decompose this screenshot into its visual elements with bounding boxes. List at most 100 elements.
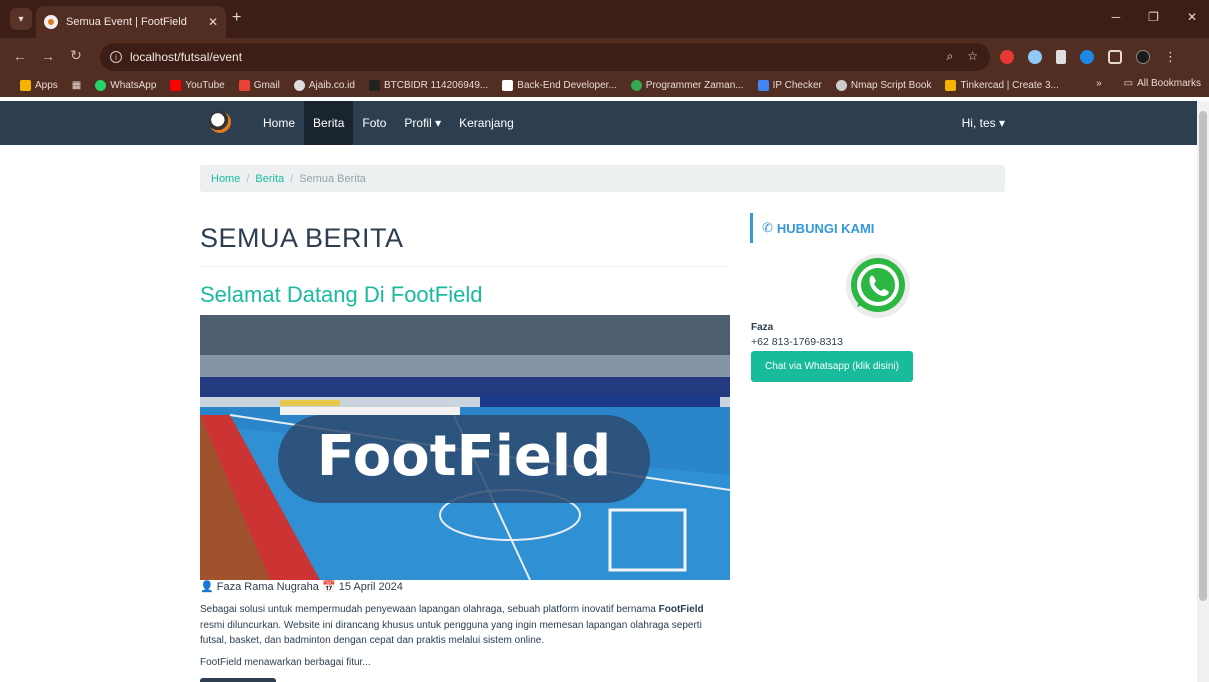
- contact-heading: ✆ HUBUNGI KAMI: [750, 213, 874, 243]
- scrollbar[interactable]: [1197, 101, 1209, 682]
- read-more-button[interactable]: [200, 678, 276, 682]
- bookmark-item[interactable]: WhatsApp: [95, 79, 157, 91]
- favicon-icon: [44, 15, 58, 29]
- bookmark-label: Gmail: [253, 79, 280, 91]
- article-image[interactable]: FootField: [200, 315, 730, 580]
- bookmark-icon: [835, 79, 847, 91]
- bookmark-item[interactable]: Apps: [20, 79, 58, 91]
- reload-icon[interactable]: ↻: [62, 47, 90, 64]
- nav-profil[interactable]: Profil ▾: [395, 101, 450, 145]
- bookmarks-bar: Apps ▦ WhatsApp YouTube Gmail Ajaib.co.i…: [0, 73, 1209, 97]
- folder-icon: ▭: [1123, 78, 1134, 89]
- new-tab-button[interactable]: +: [232, 9, 241, 27]
- bookmark-item[interactable]: Programmer Zaman...: [630, 79, 744, 91]
- site-info-icon[interactable]: i: [110, 51, 122, 63]
- tab-title: Semua Event | FootField: [66, 16, 187, 28]
- bookmark-icon: [293, 79, 305, 91]
- nav-berita[interactable]: Berita: [304, 101, 354, 145]
- breadcrumb-home[interactable]: Home: [211, 173, 240, 185]
- site-navbar: Home Berita Foto Profil ▾ Keranjang Hi, …: [0, 101, 1197, 145]
- excerpt-text: Sebagai solusi untuk mempermudah penyewa…: [200, 604, 659, 615]
- nav-keranjang[interactable]: Keranjang: [450, 101, 523, 145]
- bookmark-item[interactable]: Gmail: [238, 79, 280, 91]
- phone-icon: ✆: [762, 220, 773, 235]
- bookmark-item[interactable]: Tinkercad | Create 3...: [945, 79, 1059, 91]
- bookmark-label: IP Checker: [772, 79, 822, 91]
- publish-date: 15 April 2024: [338, 581, 403, 593]
- browser-tab-strip: ▾ Semua Event | FootField ✕ + ─ ❐ ✕: [0, 0, 1209, 38]
- chat-whatsapp-button[interactable]: Chat via Whatsapp (klik disini): [751, 351, 913, 382]
- bookmark-icon: [630, 79, 642, 91]
- breadcrumb-berita[interactable]: Berita: [255, 173, 284, 185]
- excerpt-brand: FootField: [658, 604, 704, 615]
- bookmark-label: Apps: [35, 79, 58, 91]
- close-tab-icon[interactable]: ✕: [208, 15, 218, 29]
- futsal-arena-image: FootField: [200, 315, 730, 580]
- excerpt-text-rest: resmi diluncurkan. Website ini dirancang…: [200, 619, 702, 647]
- bookmark-icon: [945, 79, 957, 91]
- nav-home[interactable]: Home: [254, 101, 304, 145]
- article-title[interactable]: Selamat Datang Di FootField: [200, 282, 482, 308]
- extensions: ⋮: [1000, 49, 1177, 65]
- hero-overlay-text: FootField: [317, 424, 611, 489]
- tab-search-button[interactable]: ▾: [10, 8, 32, 30]
- nav-foto[interactable]: Foto: [353, 101, 395, 145]
- bookmark-label: Nmap Script Book: [850, 79, 932, 91]
- user-menu[interactable]: Hi, tes ▾: [962, 116, 1005, 130]
- bookmark-item[interactable]: YouTube: [170, 79, 225, 91]
- breadcrumb-current: Semua Berita: [299, 172, 366, 185]
- bookmark-icon: [502, 79, 514, 91]
- scrollbar-thumb[interactable]: [1199, 111, 1207, 601]
- bookmark-item[interactable]: IP Checker: [757, 79, 822, 91]
- page-title: SEMUA BERITA: [200, 223, 404, 253]
- contact-phone: +62 813-1769-8313: [751, 336, 843, 348]
- close-window-icon[interactable]: ✕: [1187, 10, 1197, 24]
- url-text: localhost/futsal/event: [130, 50, 243, 64]
- bookmark-label: WhatsApp: [110, 79, 157, 91]
- minimize-icon[interactable]: ─: [1112, 10, 1121, 24]
- profile-avatar[interactable]: [1136, 50, 1150, 64]
- article-excerpt-more: FootField menawarkan berbagai fitur...: [200, 657, 371, 668]
- all-bookmarks-label: All Bookmarks: [1137, 78, 1201, 89]
- author-name: Faza Rama Nugraha: [216, 581, 319, 593]
- nav-menu: Home Berita Foto Profil ▾ Keranjang: [254, 101, 523, 145]
- back-icon[interactable]: ←: [6, 48, 34, 64]
- contact-name: Faza: [751, 322, 774, 333]
- window-controls: ─ ❐ ✕: [1112, 10, 1197, 24]
- bookmark-icon: [757, 79, 769, 91]
- logo-icon[interactable]: [209, 111, 231, 133]
- breadcrumb-separator: /: [246, 172, 250, 185]
- extensions-puzzle-icon[interactable]: [1108, 50, 1122, 64]
- address-bar[interactable]: i localhost/futsal/event ⌕ ☆: [100, 43, 990, 71]
- forward-icon[interactable]: →: [34, 48, 62, 64]
- bookmark-label: Ajaib.co.id: [308, 79, 355, 91]
- whatsapp-icon[interactable]: [843, 251, 913, 326]
- user-icon: 👤: [200, 581, 214, 593]
- extension-icon[interactable]: [1000, 50, 1014, 64]
- bookmark-item[interactable]: Back-End Developer...: [502, 79, 617, 91]
- bookmark-item[interactable]: BTCBIDR 114206949...: [368, 79, 489, 91]
- all-bookmarks[interactable]: ▭ All Bookmarks: [1124, 78, 1201, 89]
- bookmark-star-icon[interactable]: ☆: [967, 49, 978, 64]
- bookmark-label: YouTube: [185, 79, 225, 91]
- zoom-icon[interactable]: ⌕: [947, 49, 954, 64]
- bookmark-label: BTCBIDR 114206949...: [383, 79, 489, 91]
- bookmark-icon: [170, 79, 182, 91]
- bookmark-item[interactable]: Nmap Script Book: [835, 79, 932, 91]
- menu-kebab-icon[interactable]: ⋮: [1164, 49, 1177, 65]
- bookmark-icon: [95, 79, 107, 91]
- divider: [200, 266, 730, 267]
- bookmark-item[interactable]: Ajaib.co.id: [293, 79, 355, 91]
- extension-icon[interactable]: [1056, 50, 1066, 64]
- bookmark-icon: [20, 79, 31, 91]
- more-bookmarks-icon[interactable]: »: [1096, 78, 1102, 89]
- bookmark-icon: [368, 79, 380, 91]
- breadcrumb: Home / Berita / Semua Berita: [200, 165, 1005, 192]
- restore-icon[interactable]: ❐: [1148, 10, 1159, 24]
- extension-icon[interactable]: [1080, 50, 1094, 64]
- apps-grid-icon[interactable]: ▦: [72, 80, 81, 91]
- extension-icon[interactable]: [1028, 50, 1042, 64]
- bookmark-label: Back-End Developer...: [517, 79, 617, 91]
- browser-tab[interactable]: Semua Event | FootField ✕: [36, 6, 226, 38]
- bookmark-label: Tinkercad | Create 3...: [960, 79, 1059, 91]
